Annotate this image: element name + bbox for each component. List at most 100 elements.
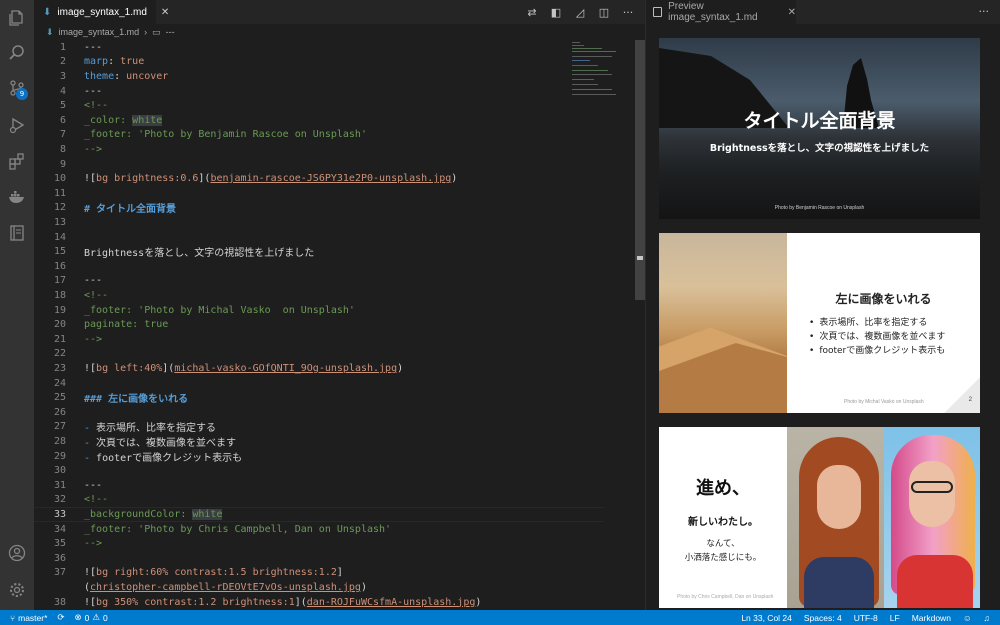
error-count: 0: [84, 612, 90, 623]
line-text: _footer: 'Photo by Benjamin Rascoe on Un…: [84, 129, 367, 141]
code-line[interactable]: 20 paginate: true: [34, 317, 604, 332]
code-line[interactable]: 25 ### 左に画像をいれる: [34, 390, 604, 405]
line-text: theme: uncover: [84, 70, 169, 82]
line-text: _color: white: [84, 114, 163, 126]
search-icon[interactable]: [7, 43, 27, 63]
code-line[interactable]: 22: [34, 347, 604, 362]
sync-icon[interactable]: ⟳: [57, 612, 64, 623]
code-editor[interactable]: 1 --- 2 marp: true 3 theme: uncover 4 --- 5 <!-- 6…: [34, 40, 604, 610]
code-line[interactable]: 2 marp: true: [34, 55, 604, 70]
cursor-position[interactable]: Ln 33, Col 24: [741, 613, 792, 623]
branch-status[interactable]: ⑂ master*: [10, 613, 47, 623]
line-number: 15: [53, 246, 66, 258]
activity-bar: 9: [0, 0, 34, 610]
git-branch-icon: ⑂: [10, 612, 16, 623]
code-line[interactable]: 14: [34, 230, 604, 245]
notifications-bell-icon[interactable]: ♫: [984, 613, 990, 623]
marp-icon[interactable]: ◿: [573, 5, 587, 19]
code-line[interactable]: 15 Brightnessを落とし、文字の視認性を上げました: [34, 244, 604, 259]
code-line[interactable]: 11: [34, 186, 604, 201]
end-of-line[interactable]: LF: [890, 613, 900, 623]
language-mode[interactable]: Markdown: [912, 613, 951, 623]
line-text: <!--: [84, 100, 109, 112]
code-line[interactable]: 30: [34, 463, 604, 478]
code-line[interactable]: 3 theme: uncover: [34, 69, 604, 84]
tab-preview[interactable]: Preview image_syntax_1.md ✕: [646, 0, 796, 24]
breadcrumb-symbol[interactable]: ---: [166, 27, 175, 37]
code-line[interactable]: 32 <!--: [34, 493, 604, 508]
feedback-icon[interactable]: ☺: [963, 613, 972, 623]
indentation[interactable]: Spaces: 4: [804, 613, 842, 623]
code-line[interactable]: 5 <!--: [34, 98, 604, 113]
code-line[interactable]: 38 ![bg 350% contrast:1.2 brightness:1](d…: [34, 595, 604, 610]
code-line[interactable]: 13: [34, 215, 604, 230]
code-line[interactable]: 27 - 表示場所、比率を指定する: [34, 420, 604, 434]
code-line[interactable]: 4 ---: [34, 84, 604, 99]
code-line[interactable]: 17 ---: [34, 274, 604, 289]
code-line[interactable]: 16: [34, 259, 604, 274]
line-number: 23: [53, 362, 66, 374]
breadcrumb: ⬇ image_syntax_1.md › ▭ ---: [34, 24, 645, 40]
preview-tab-bar: Preview image_syntax_1.md ✕ ···: [646, 0, 1000, 24]
code-line[interactable]: 12 # タイトル全面背景: [34, 201, 604, 215]
problems-status[interactable]: ⊗ 0 ⚠ 0: [75, 612, 108, 623]
close-icon[interactable]: ✕: [788, 7, 796, 18]
code-line[interactable]: 34 _footer: 'Photo by Chris Campbell, Dan…: [34, 522, 604, 537]
code-line[interactable]: 28 - 次頁では、複数画像を並べます: [34, 434, 604, 449]
encoding[interactable]: UTF-8: [854, 613, 878, 623]
code-line[interactable]: 33 _backgroundColor: white: [34, 507, 604, 522]
line-number: 30: [53, 465, 66, 477]
slide-title: 左に画像をいれる: [835, 292, 932, 306]
code-line[interactable]: 18 <!--: [34, 288, 604, 303]
code-line[interactable]: 35 -->: [34, 536, 604, 551]
code-line[interactable]: 21 -->: [34, 332, 604, 347]
open-preview-side-icon[interactable]: ◧: [549, 5, 563, 19]
account-icon[interactable]: [7, 543, 27, 563]
docker-icon[interactable]: [7, 187, 27, 207]
line-text: ![bg left:40%](michal-vasko-GOfQNTI_9Og-…: [84, 362, 404, 374]
editor-tab-bar: ⬇ image_syntax_1.md ✕ ⇄ ◧ ◿ ◫ ···: [34, 0, 645, 24]
more-actions-icon[interactable]: ···: [621, 5, 635, 19]
code-line[interactable]: 26: [34, 405, 604, 420]
code-line[interactable]: 8 -->: [34, 142, 604, 157]
tab-image-syntax[interactable]: ⬇ image_syntax_1.md ✕: [34, 0, 169, 24]
line-number: 26: [53, 406, 66, 418]
line-number: 29: [53, 450, 66, 462]
line-text: -->: [84, 538, 103, 550]
code-line[interactable]: 31 ---: [34, 478, 604, 493]
line-number: 27: [53, 421, 66, 433]
code-line[interactable]: 29 - footerで画像クレジット表示も: [34, 449, 604, 464]
code-line[interactable]: 24: [34, 376, 604, 391]
run-debug-icon[interactable]: [7, 115, 27, 135]
minimap[interactable]: [572, 40, 632, 100]
breadcrumb-file[interactable]: image_syntax_1.md: [59, 27, 140, 37]
slide-title: 進め、: [696, 478, 750, 499]
split-editor-icon[interactable]: ◫: [597, 5, 611, 19]
explorer-icon[interactable]: [7, 8, 27, 28]
line-text: _footer: 'Photo by Chris Campbell, Dan o…: [84, 523, 392, 535]
extensions-icon[interactable]: [7, 151, 27, 171]
notebook-icon[interactable]: [7, 223, 27, 243]
code-line[interactable]: 19 _footer: 'Photo by Michal Vasko on Uns…: [34, 303, 604, 318]
code-line[interactable]: 37 ![bg right:60% contrast:1.5 brightness…: [34, 566, 604, 581]
code-line[interactable]: 6 _color: white: [34, 113, 604, 128]
code-line[interactable]: (christopher-campbell-rDEOVtE7vOs-unspla…: [34, 580, 604, 595]
open-changes-icon[interactable]: ⇄: [525, 5, 539, 19]
line-text: -->: [84, 143, 103, 155]
vertical-scrollbar[interactable]: [635, 40, 645, 300]
line-number: 33: [53, 508, 66, 520]
line-text: Brightnessを落とし、文字の視認性を上げました: [84, 248, 315, 260]
code-line[interactable]: 36: [34, 551, 604, 566]
code-line[interactable]: 23 ![bg left:40%](michal-vasko-GOfQNTI_9O…: [34, 361, 604, 376]
line-text: ![bg right:60% contrast:1.5 brightness:1…: [84, 567, 343, 579]
more-actions-icon[interactable]: ···: [979, 5, 990, 18]
code-line[interactable]: 10 ![bg brightness:0.6](benjamin-rascoe-J…: [34, 171, 604, 186]
settings-gear-icon[interactable]: [7, 580, 27, 600]
code-line[interactable]: 9: [34, 157, 604, 172]
close-icon[interactable]: ✕: [161, 7, 169, 18]
editor-group: ⬇ image_syntax_1.md ✕ ⇄ ◧ ◿ ◫ ··· ⬇ imag…: [34, 0, 645, 610]
code-line[interactable]: 7 _footer: 'Photo by Benjamin Rascoe on U…: [34, 128, 604, 143]
code-line[interactable]: 1 ---: [34, 40, 604, 55]
preview-tab-label: Preview image_syntax_1.md: [668, 1, 758, 23]
slide-1: タイトル全面背景 Brightnessを落とし、文字の視認性を上げました Pho…: [659, 38, 980, 219]
